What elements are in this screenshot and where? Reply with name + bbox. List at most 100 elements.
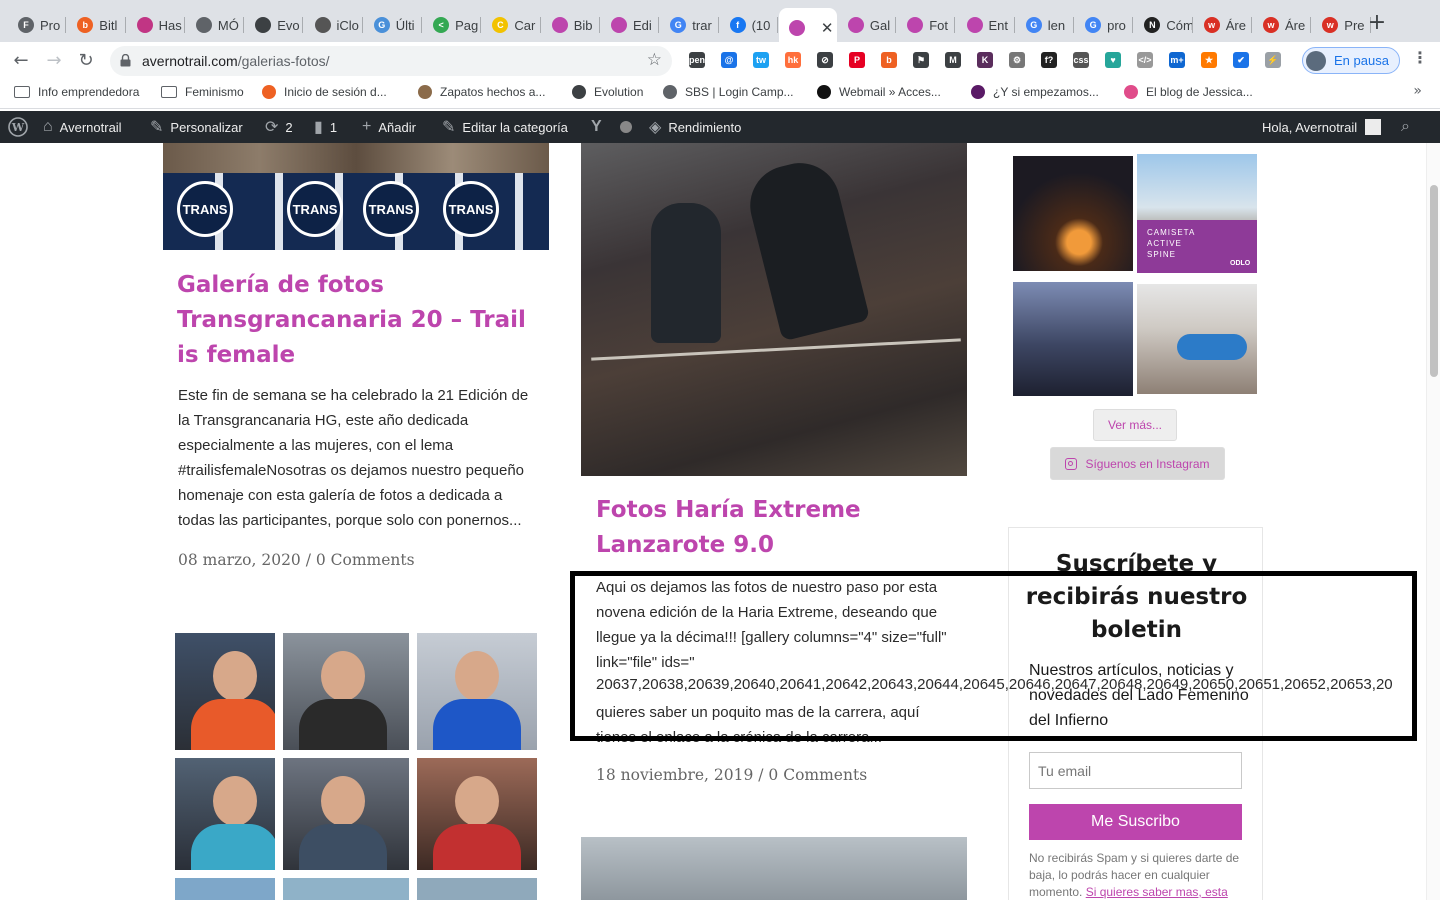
browser-tab[interactable]: MÓ xyxy=(186,8,245,42)
browser-tab[interactable]: Evo xyxy=(245,8,304,42)
post-1-image[interactable]: TRANS TRANS TRANS TRANS xyxy=(163,143,549,250)
browser-tab[interactable]: C Car xyxy=(482,8,541,42)
gallery-thumb[interactable] xyxy=(417,878,537,900)
admin-updates-link[interactable]: ⟳ 2 xyxy=(265,111,293,143)
post-2-title[interactable]: Fotos Haría Extreme Lanzarote 9.0 xyxy=(596,493,966,563)
updates-icon: ⟳ xyxy=(265,119,279,136)
gallery-thumb[interactable] xyxy=(175,633,275,750)
new-tab-button[interactable]: + xyxy=(1366,12,1388,34)
wordpress-logo-icon[interactable]: W xyxy=(8,111,28,143)
browser-tab[interactable]: Ent xyxy=(957,8,1015,42)
admin-customize-link[interactable]: ✎ Personalizar xyxy=(150,111,243,143)
forward-arrow-icon[interactable]: → xyxy=(41,48,67,74)
admin-add-new-link[interactable]: + Añadir xyxy=(362,111,416,143)
browser-menu-icon[interactable]: ⋮ xyxy=(1412,48,1428,67)
browser-tab[interactable]: < Pag xyxy=(423,8,482,42)
admin-comments-link[interactable]: ▮ 1 xyxy=(314,111,337,143)
bookmark-item[interactable]: Info emprendedora xyxy=(14,85,139,99)
extension-icon[interactable]: ★ xyxy=(1201,52,1217,68)
bookmark-item[interactable]: ¿Y si empezamos... xyxy=(971,85,1099,99)
browser-tab[interactable]: Gtrar xyxy=(660,8,719,42)
bookmarks-overflow-button[interactable]: » xyxy=(1413,83,1422,99)
gallery-thumb[interactable] xyxy=(175,758,275,870)
browser-tab[interactable]: Gpro xyxy=(1075,8,1134,42)
extension-icon[interactable]: m+ xyxy=(1169,52,1185,68)
browser-tab[interactable]: N Cóm xyxy=(1134,8,1193,42)
extension-icon[interactable]: ✔ xyxy=(1233,52,1249,68)
extension-icon[interactable]: pen xyxy=(689,52,705,68)
admin-site-link[interactable]: ⌂ Avernotrail xyxy=(43,111,122,143)
browser-tab[interactable]: Fot xyxy=(897,8,956,42)
subscribe-button[interactable]: Me Suscribo xyxy=(1029,804,1242,840)
instagram-post-thumb[interactable] xyxy=(1013,156,1133,271)
browser-tab[interactable]: w Áre xyxy=(1253,8,1312,42)
instagram-post-thumb[interactable] xyxy=(1013,282,1133,396)
tab-close-icon[interactable]: ✕ xyxy=(821,19,834,37)
extension-icon[interactable]: css xyxy=(1073,52,1089,68)
address-bar[interactable]: avernotrail.com/galerias-fotos/ ☆ xyxy=(110,46,672,76)
admin-performance-link[interactable]: ◈ Rendimiento xyxy=(649,111,741,143)
bookmark-item[interactable]: SBS | Login Camp... xyxy=(663,85,794,99)
instagram-post-thumb[interactable] xyxy=(1137,284,1257,394)
gallery-thumb[interactable] xyxy=(417,633,537,750)
bookmark-label: Info emprendedora xyxy=(38,85,140,99)
post-3-image[interactable] xyxy=(581,837,967,900)
gallery-thumb[interactable] xyxy=(283,758,409,870)
browser-tab[interactable]: iClo xyxy=(305,8,363,42)
scrollbar-thumb[interactable] xyxy=(1430,185,1438,377)
post-2-image[interactable] xyxy=(581,143,967,476)
gallery-thumb[interactable] xyxy=(283,633,409,750)
reload-icon[interactable]: ↻ xyxy=(73,48,99,74)
bookmark-item[interactable]: Inicio de sesión d... xyxy=(262,85,387,99)
bookmark-star-icon[interactable]: ☆ xyxy=(647,50,662,70)
bookmark-item[interactable]: Evolution xyxy=(572,85,643,99)
admin-account-menu[interactable]: Hola, Avernotrail xyxy=(1262,111,1382,143)
browser-tab[interactable]: f (10 xyxy=(720,8,778,42)
extension-icon[interactable]: </> xyxy=(1137,52,1153,68)
extension-icon[interactable]: f? xyxy=(1041,52,1057,68)
bookmark-item[interactable]: Feminismo xyxy=(161,85,244,99)
browser-tab[interactable]: b Bitl xyxy=(67,8,126,42)
browser-tab[interactable]: w Pre xyxy=(1312,8,1371,42)
admin-edit-category-link[interactable]: ✎ Editar la categoría xyxy=(442,111,568,143)
browser-tab[interactable]: Glen xyxy=(1016,8,1075,42)
browser-tab[interactable]: Has xyxy=(127,8,185,42)
back-arrow-icon[interactable]: ← xyxy=(8,48,34,74)
admin-performance-label: Rendimiento xyxy=(668,119,742,135)
browser-tab[interactable]: Edi xyxy=(601,8,660,42)
extension-icon[interactable]: b xyxy=(881,52,897,68)
extension-icon[interactable]: M xyxy=(945,52,961,68)
admin-search-icon[interactable]: ⌕ xyxy=(1401,111,1410,143)
bookmark-item[interactable]: Webmail » Acces... xyxy=(817,85,941,99)
browser-tab[interactable]: w Áre xyxy=(1194,8,1252,42)
extension-icon[interactable]: ⚙ xyxy=(1009,52,1025,68)
see-more-instagram-button[interactable]: Ver más... xyxy=(1093,409,1177,441)
browser-tab[interactable]: Bib xyxy=(542,8,600,42)
page-scrollbar[interactable] xyxy=(1426,143,1440,900)
extension-icon[interactable]: ⚡ xyxy=(1265,52,1281,68)
bookmark-item[interactable]: El blog de Jessica... xyxy=(1124,85,1253,99)
privacy-link[interactable]: Si quieres saber mas, esta xyxy=(1086,885,1228,899)
gallery-thumb[interactable] xyxy=(283,878,409,900)
extension-icon[interactable]: ⊘ xyxy=(817,52,833,68)
extension-icon[interactable]: ♥ xyxy=(1105,52,1121,68)
profile-button[interactable]: En pausa xyxy=(1302,47,1400,74)
extension-icon[interactable]: @ xyxy=(721,52,737,68)
email-field[interactable]: Tu email xyxy=(1029,752,1242,789)
browser-tab[interactable]: F Pro xyxy=(8,8,67,42)
gallery-thumb[interactable] xyxy=(417,758,537,870)
bookmark-item[interactable]: Zapatos hechos a... xyxy=(418,85,545,99)
browser-tab[interactable]: Gal xyxy=(838,8,897,42)
extension-icon[interactable]: tw xyxy=(753,52,769,68)
extension-icon[interactable]: hk xyxy=(785,52,801,68)
yoast-seo-icon[interactable]: Y xyxy=(591,111,609,143)
instagram-post-thumb[interactable]: CAMISETA ACTIVE SPINE ODLO xyxy=(1137,154,1257,273)
post-1-title[interactable]: Galería de fotos Transgrancanaria 20 – T… xyxy=(177,268,537,373)
browser-tab[interactable]: G Últi xyxy=(364,8,423,42)
tab-title: Car xyxy=(514,17,536,33)
extension-icon[interactable]: ⚑ xyxy=(913,52,929,68)
extension-icon[interactable]: P xyxy=(849,52,865,68)
extension-icon[interactable]: K xyxy=(977,52,993,68)
gallery-thumb[interactable] xyxy=(175,878,275,900)
follow-instagram-button[interactable]: Síguenos en Instagram xyxy=(1050,447,1225,480)
